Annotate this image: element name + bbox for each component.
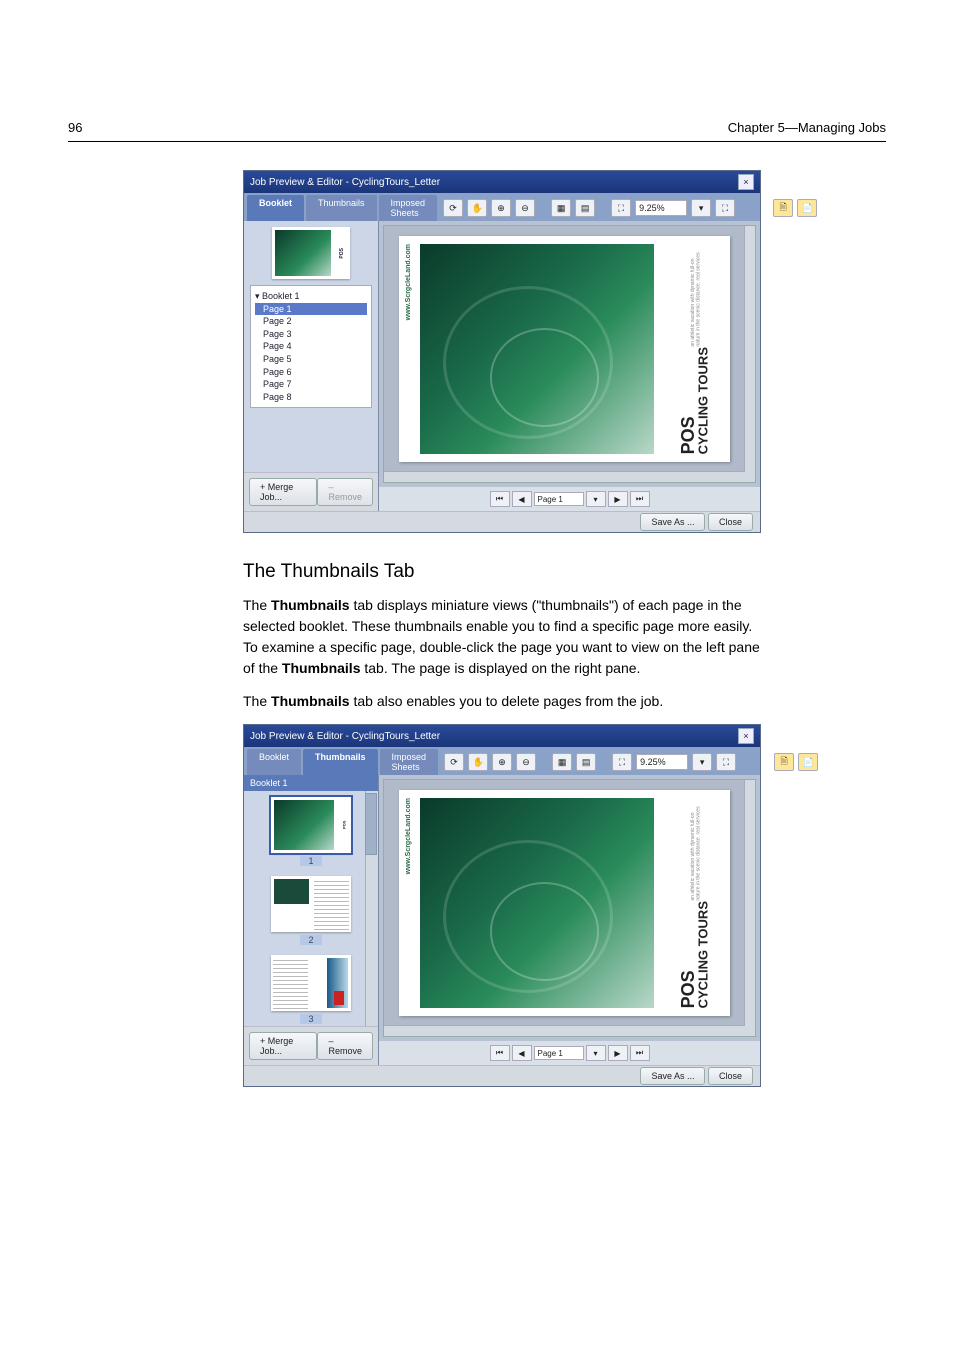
refresh-icon[interactable]: ⟳ — [443, 199, 463, 217]
doc-tagline: an athletic vacation with dynamic full-o… — [691, 802, 702, 901]
grid-view-1-icon[interactable]: ▦ — [552, 753, 572, 771]
doc-action-1-icon[interactable]: 🗎 — [773, 199, 793, 217]
page-next-icon[interactable]: ▶ — [608, 1045, 628, 1061]
doc-action-2-icon[interactable]: 📄 — [798, 753, 818, 771]
chapter-title: Chapter 5—Managing Jobs — [728, 120, 886, 135]
doc-url: www.ScrgcleLand.com — [405, 798, 412, 874]
remove-button: – Remove — [317, 478, 373, 506]
hand-tool-icon[interactable]: ✋ — [467, 199, 487, 217]
window-title: Job Preview & Editor - CyclingTours_Lett… — [250, 177, 440, 188]
section-heading: The Thumbnails Tab — [243, 561, 763, 583]
zoom-out-icon[interactable]: ⊖ — [516, 753, 536, 771]
page-field[interactable]: Page 1 — [534, 1046, 584, 1060]
horizontal-scrollbar[interactable] — [384, 471, 745, 482]
page-dropdown-icon[interactable]: ▾ — [586, 1045, 606, 1061]
remove-button[interactable]: – Remove — [317, 1032, 373, 1060]
merge-job-button[interactable]: + Merge Job... — [249, 1032, 317, 1060]
preview-canvas[interactable]: www.ScrgcleLand.com an athletic vacation… — [383, 225, 756, 483]
paragraph-2: The Thumbnails tab also enables you to d… — [243, 691, 763, 712]
close-icon[interactable]: × — [738, 728, 754, 744]
tree-root[interactable]: ▾ Booklet 1 — [255, 290, 367, 303]
vertical-scrollbar[interactable] — [744, 226, 755, 482]
save-as-button[interactable]: Save As ... — [640, 513, 705, 531]
grid-view-2-icon[interactable]: ▤ — [575, 199, 595, 217]
tree-page-2[interactable]: Page 2 — [255, 315, 367, 328]
page-last-icon[interactable]: ⏭ — [630, 491, 650, 507]
booklet-tree[interactable]: ▾ Booklet 1 Page 1 Page 2 Page 3 Page 4 … — [250, 285, 372, 408]
tree-page-4[interactable]: Page 4 — [255, 340, 367, 353]
doc-url: www.ScrgcleLand.com — [405, 244, 412, 320]
screenshot-thumbnails-tab: Job Preview & Editor - CyclingTours_Lett… — [243, 724, 761, 1087]
close-button[interactable]: Close — [708, 1067, 753, 1085]
thumbnail-scrollbar[interactable] — [365, 791, 378, 1026]
vertical-scrollbar[interactable] — [744, 780, 755, 1036]
zoom-dropdown-icon[interactable]: ▾ — [692, 753, 712, 771]
tree-page-3[interactable]: Page 3 — [255, 328, 367, 341]
zoom-dropdown-icon[interactable]: ▾ — [691, 199, 711, 217]
close-icon[interactable]: × — [738, 174, 754, 190]
window-title: Job Preview & Editor - CyclingTours_Lett… — [250, 731, 440, 742]
fit-width-icon[interactable]: ⛶ — [715, 199, 735, 217]
page-last-icon[interactable]: ⏭ — [630, 1045, 650, 1061]
zoom-in-icon[interactable]: ⊕ — [492, 753, 512, 771]
page-first-icon[interactable]: ⏮ — [490, 1045, 510, 1061]
tab-booklet[interactable]: Booklet — [247, 749, 301, 775]
doc-hero-image — [420, 798, 654, 1008]
thumbnail-item-3[interactable]: 3 — [269, 955, 353, 1024]
save-as-button[interactable]: Save As ... — [640, 1067, 705, 1085]
page-prev-icon[interactable]: ◀ — [512, 1045, 532, 1061]
page-number: 96 — [68, 120, 82, 135]
close-button[interactable]: Close — [708, 513, 753, 531]
zoom-in-icon[interactable]: ⊕ — [491, 199, 511, 217]
tree-page-7[interactable]: Page 7 — [255, 378, 367, 391]
doc-action-1-icon[interactable]: 🗎 — [774, 753, 794, 771]
tab-imposed-sheets[interactable]: Imposed Sheets — [379, 195, 438, 221]
thumbnail-label: 3 — [300, 1014, 321, 1024]
preview-canvas[interactable]: www.ScrgcleLand.com an athletic vacation… — [383, 779, 756, 1037]
thumbnail-label: 1 — [300, 856, 321, 866]
thumbnails-header[interactable]: Booklet 1 — [244, 775, 378, 791]
preview-page: www.ScrgcleLand.com an athletic vacation… — [399, 790, 730, 1016]
page-next-icon[interactable]: ▶ — [608, 491, 628, 507]
fit-icon[interactable]: ⛶ — [612, 753, 632, 771]
paragraph-1: The Thumbnails tab displays miniature vi… — [243, 595, 763, 679]
tree-page-6[interactable]: Page 6 — [255, 366, 367, 379]
tree-page-1[interactable]: Page 1 — [255, 303, 367, 316]
tree-page-5[interactable]: Page 5 — [255, 353, 367, 366]
fit-width-icon[interactable]: ⛶ — [716, 753, 736, 771]
fit-icon[interactable]: ⛶ — [611, 199, 631, 217]
refresh-icon[interactable]: ⟳ — [444, 753, 464, 771]
zoom-field[interactable]: 9.25% — [635, 200, 687, 216]
zoom-out-icon[interactable]: ⊖ — [515, 199, 535, 217]
page-first-icon[interactable]: ⏮ — [490, 491, 510, 507]
page-field[interactable]: Page 1 — [534, 492, 584, 506]
doc-tagline: an athletic vacation with dynamic full-o… — [691, 248, 702, 347]
grid-view-1-icon[interactable]: ▦ — [551, 199, 571, 217]
tab-thumbnails[interactable]: Thumbnails — [306, 195, 377, 221]
page-dropdown-icon[interactable]: ▾ — [586, 491, 606, 507]
tab-thumbnails[interactable]: Thumbnails — [303, 749, 378, 775]
hand-tool-icon[interactable]: ✋ — [468, 753, 488, 771]
tab-imposed-sheets[interactable]: Imposed Sheets — [380, 749, 439, 775]
thumbnail-label: 2 — [300, 935, 321, 945]
screenshot-booklet-tab: Job Preview & Editor - CyclingTours_Lett… — [243, 170, 761, 533]
thumbnail-item-1[interactable]: POS 1 — [269, 797, 353, 866]
doc-logo: POSCYCLING TOURS — [681, 901, 712, 1008]
page-prev-icon[interactable]: ◀ — [512, 491, 532, 507]
tree-page-8[interactable]: Page 8 — [255, 391, 367, 404]
merge-job-button[interactable]: + Merge Job... — [249, 478, 317, 506]
grid-view-2-icon[interactable]: ▤ — [576, 753, 596, 771]
preview-page: www.ScrgcleLand.com an athletic vacation… — [399, 236, 730, 462]
doc-action-2-icon[interactable]: 📄 — [797, 199, 817, 217]
zoom-field[interactable]: 9.25% — [636, 754, 688, 770]
horizontal-scrollbar[interactable] — [384, 1025, 745, 1036]
thumbnail-item-2[interactable]: 2 — [269, 876, 353, 945]
doc-logo: POSCYCLING TOURS — [681, 347, 712, 454]
doc-hero-image — [420, 244, 654, 454]
tab-booklet[interactable]: Booklet — [247, 195, 304, 221]
